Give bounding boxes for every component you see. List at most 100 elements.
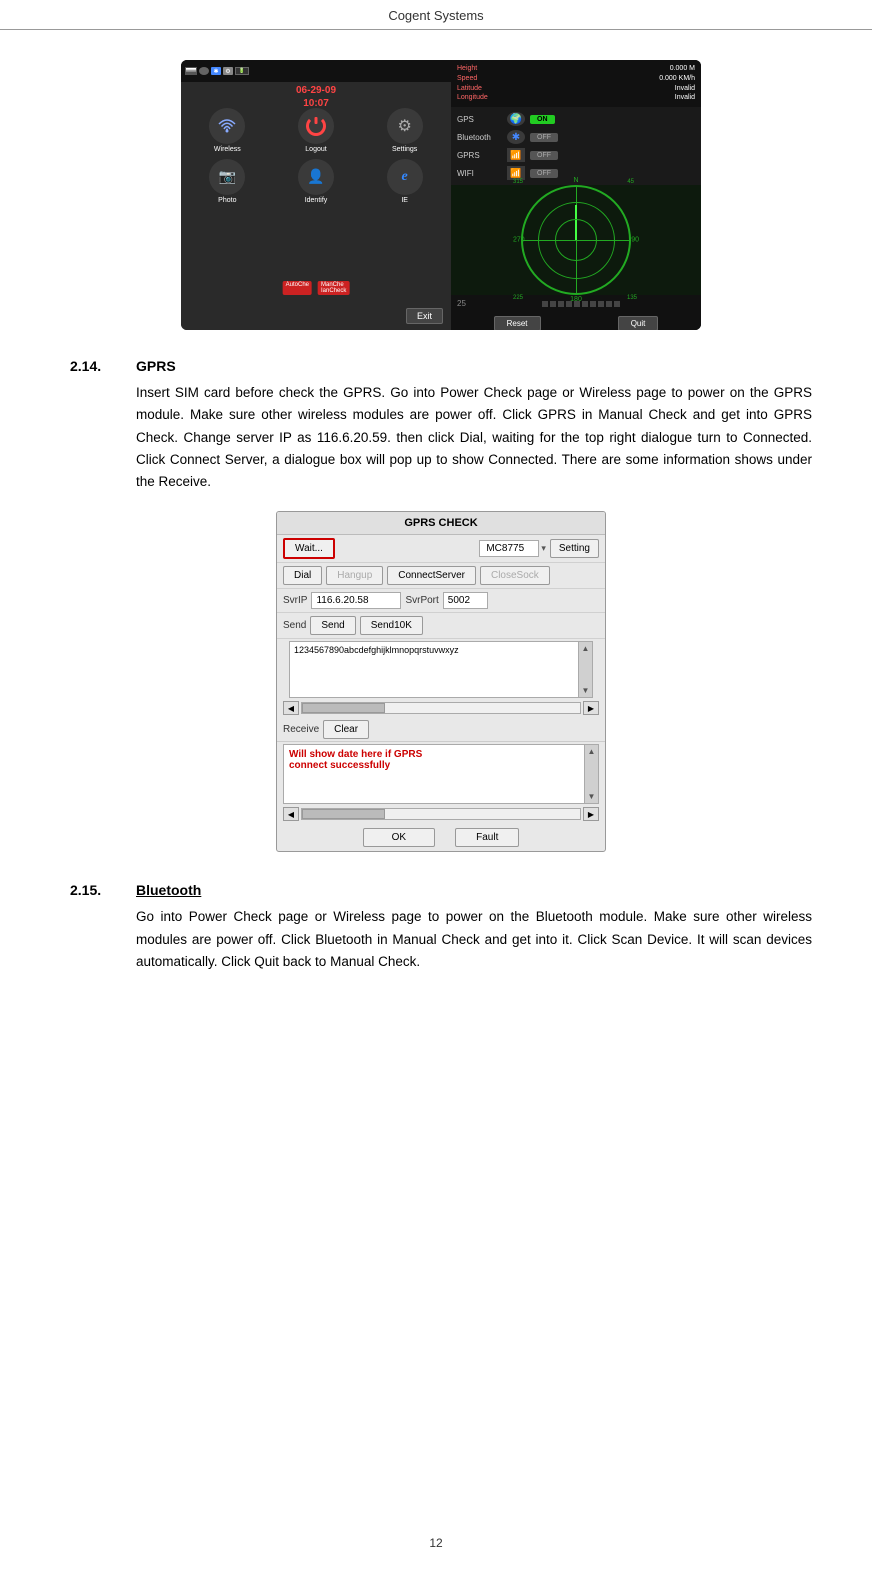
wireless-icon-item: Wireless xyxy=(185,108,270,153)
svr-ip-label: SvrIP xyxy=(283,595,307,606)
send-textarea-wrapper: 1234567890abcdefghijklmnopqrstuvwxyz ▲ ▼ xyxy=(277,639,605,700)
gprs-off-btn[interactable]: OFF xyxy=(530,151,558,160)
gprs-textarea-content: 1234567890abcdefghijklmnopqrstuvwxyz xyxy=(290,642,578,697)
gps-labels: Height Speed Latitude Longitude xyxy=(457,64,488,103)
hangup-btn[interactable]: Hangup xyxy=(326,566,383,585)
receive-scroll-up-icon[interactable]: ▲ xyxy=(588,747,596,756)
receive-h-scroll-left-icon[interactable]: ◀ xyxy=(283,807,299,821)
section-2-14: 2.14. GPRS Insert SIM card before check … xyxy=(70,358,812,852)
settings-icon-item: ⚙ Settings xyxy=(362,108,447,153)
gprs-row-1: Wait... MC8775 ▾ Setting xyxy=(277,535,605,563)
identify-icon-item: 👤 Identify xyxy=(274,159,359,204)
bluetooth-toggle-row: Bluetooth ✱ OFF xyxy=(457,130,695,144)
wireless-label: Wireless xyxy=(214,146,241,153)
bluetooth-off-btn[interactable]: OFF xyxy=(530,133,558,142)
receive-content: Will show date here if GPRS connect succ… xyxy=(284,745,584,803)
h-scroll-thumb xyxy=(302,703,385,713)
header-title: Cogent Systems xyxy=(388,8,483,23)
ok-btn[interactable]: OK xyxy=(363,828,435,847)
connect-server-btn[interactable]: ConnectServer xyxy=(387,566,476,585)
receive-h-scroll-track[interactable] xyxy=(301,808,581,820)
gprs-row-3: SvrIP SvrPort xyxy=(277,589,605,613)
gps-info-top: Height Speed Latitude Longitude 0.000 M … xyxy=(451,60,701,107)
section-header-2-15: 2.15. Bluetooth xyxy=(70,882,812,898)
section-number-2-14: 2.14. xyxy=(70,358,120,374)
settings-label: Settings xyxy=(392,146,417,153)
wifi-off-btn[interactable]: OFF xyxy=(530,169,558,178)
receive-row: Receive Clear xyxy=(277,718,605,742)
device-icons-grid: Wireless Logout ⚙ Setting xyxy=(185,108,447,204)
gprs-dialog: GPRS CHECK Wait... MC8775 ▾ Setting Dial… xyxy=(276,511,606,852)
gps-toggle-rows: GPS 🌍 ON Bluetooth ✱ OFF GPRS 📶 OFF xyxy=(451,107,701,185)
device-right-panel: Height Speed Latitude Longitude 0.000 M … xyxy=(451,60,701,330)
clear-btn[interactable]: Clear xyxy=(323,720,369,739)
gprs-dialog-title: GPRS CHECK xyxy=(277,512,605,535)
section-body-2-14: Insert SIM card before check the GPRS. G… xyxy=(136,382,812,493)
gprs-toggle-row: GPRS 📶 OFF xyxy=(457,148,695,162)
module-value: MC8775 xyxy=(479,540,539,557)
gprs-row-4: Send Send Send10K xyxy=(277,613,605,639)
quit-btn[interactable]: Quit xyxy=(618,316,659,330)
scroll-up-icon[interactable]: ▲ xyxy=(582,644,590,653)
ie-label: IE xyxy=(401,197,408,204)
receive-text-line2: connect successfully xyxy=(289,760,579,771)
device-bottom-btns: Reset Quit xyxy=(451,312,701,330)
exit-btn[interactable]: Exit xyxy=(406,308,443,324)
logout-icon-item: Logout xyxy=(274,108,359,153)
dial-btn[interactable]: Dial xyxy=(283,566,322,585)
h-scroll-left-icon[interactable]: ◀ xyxy=(283,701,299,715)
setting-btn[interactable]: Setting xyxy=(550,539,599,558)
receive-h-scroll-thumb xyxy=(302,809,385,819)
svr-port-input[interactable] xyxy=(443,592,488,609)
textarea-scrollbar[interactable]: ▲ ▼ xyxy=(578,642,592,697)
device-date-time: 06-29-09 10:07 xyxy=(296,84,336,110)
reset-btn[interactable]: Reset xyxy=(494,316,541,330)
gps-on-btn[interactable]: ON xyxy=(530,115,555,124)
module-dropdown[interactable]: MC8775 ▾ xyxy=(479,540,546,557)
close-sock-btn[interactable]: CloseSock xyxy=(480,566,550,585)
section-body-2-15: Go into Power Check page or Wireless pag… xyxy=(136,906,812,973)
radar-circle: N 180 90 270 45 315 135 225 xyxy=(521,185,631,295)
ie-icon-item: e IE xyxy=(362,159,447,204)
h-scroll-right-icon[interactable]: ▶ xyxy=(583,701,599,715)
receive-scroll-down-icon[interactable]: ▼ xyxy=(588,792,596,801)
gps-values: 0.000 M 0.000 KM/h Invalid Invalid xyxy=(659,64,695,103)
receive-label: Receive xyxy=(283,724,319,735)
gps-toggle-row: GPS 🌍 ON xyxy=(457,112,695,126)
svr-ip-input[interactable] xyxy=(311,592,401,609)
device-left-panel: ✱ ⚙ 🔋 06-29-09 10:07 xyxy=(181,60,451,330)
gprs-row-2: Dial Hangup ConnectServer CloseSock xyxy=(277,563,605,589)
send-btn[interactable]: Send xyxy=(310,616,355,635)
device-status-bar: ✱ ⚙ 🔋 xyxy=(181,60,451,82)
dropdown-arrow-icon: ▾ xyxy=(541,543,546,554)
receive-content-wrapper: Will show date here if GPRS connect succ… xyxy=(283,744,599,804)
section-title-2-15: Bluetooth xyxy=(136,882,201,898)
top-screenshot: ✱ ⚙ 🔋 06-29-09 10:07 xyxy=(70,60,812,330)
page-header: Cogent Systems xyxy=(0,0,872,30)
identify-label: Identify xyxy=(305,197,328,204)
receive-h-scroll-right-icon[interactable]: ▶ xyxy=(583,807,599,821)
section-2-15: 2.15. Bluetooth Go into Power Check page… xyxy=(70,882,812,973)
wait-btn[interactable]: Wait... xyxy=(283,538,335,559)
check-labels: AutoChe ManCheIanCheck xyxy=(283,281,350,295)
dialog-bottom-buttons: OK Fault xyxy=(277,824,605,851)
photo-icon-item: 📷 Photo xyxy=(185,159,270,204)
receive-text-line1: Will show date here if GPRS xyxy=(289,749,579,760)
h-scroll-track[interactable] xyxy=(301,702,581,714)
section-number-2-15: 2.15. xyxy=(70,882,120,898)
gprs-textarea[interactable]: 1234567890abcdefghijklmnopqrstuvwxyz ▲ ▼ xyxy=(289,641,593,698)
gprs-dialog-container: GPRS CHECK Wait... MC8775 ▾ Setting Dial… xyxy=(70,511,812,852)
receive-scrollbar[interactable]: ▲ ▼ xyxy=(584,745,598,803)
scroll-down-icon[interactable]: ▼ xyxy=(582,686,590,695)
receive-hscroll: ◀ ▶ xyxy=(277,806,605,822)
logout-label: Logout xyxy=(305,146,326,153)
fault-btn[interactable]: Fault xyxy=(455,828,519,847)
send-label: Send xyxy=(283,620,306,631)
send10k-btn[interactable]: Send10K xyxy=(360,616,423,635)
textarea-hscroll: ◀ ▶ xyxy=(277,700,605,716)
section-title-2-14: GPRS xyxy=(136,358,176,374)
photo-label: Photo xyxy=(218,197,236,204)
section-header-2-14: 2.14. GPRS xyxy=(70,358,812,374)
page-footer: 12 xyxy=(0,1536,872,1550)
page-number: 12 xyxy=(429,1536,442,1550)
